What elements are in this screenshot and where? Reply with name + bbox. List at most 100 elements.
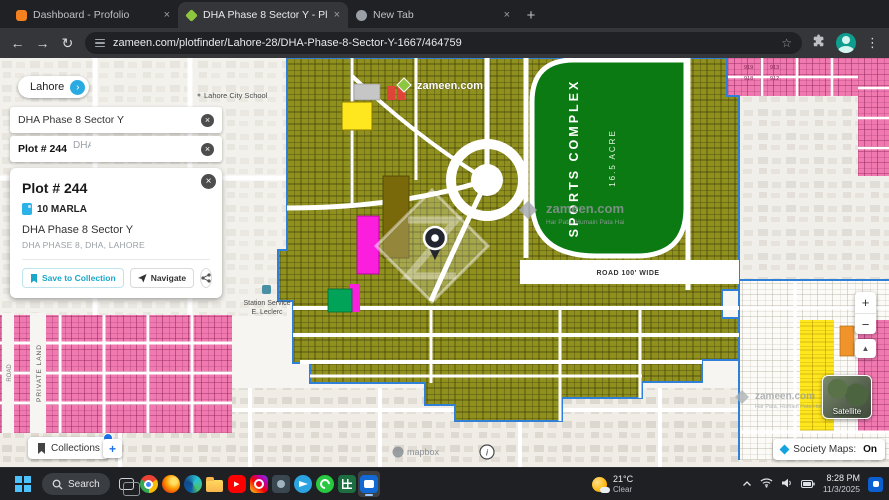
plot-title: Plot # 244 <box>22 180 210 196</box>
telegram-icon[interactable] <box>292 471 314 497</box>
bookmark-star-icon[interactable]: ☆ <box>781 36 792 50</box>
notification-icon[interactable] <box>868 477 883 492</box>
plot-number: 918 <box>744 76 753 82</box>
watermark-mid-tagline: Har Pata, Humain Pata Hai <box>546 219 624 226</box>
clear-search-icon[interactable]: × <box>201 114 214 127</box>
tray-date: 11/3/2025 <box>823 484 860 495</box>
divider <box>22 259 210 260</box>
watermark-top: zameen.com <box>417 80 483 92</box>
mapbox-label[interactable]: mapbox <box>407 447 440 457</box>
forward-button[interactable]: → <box>35 35 50 51</box>
tab-new-tab[interactable]: New Tab × <box>348 2 518 28</box>
watermark-mid: zameen.com <box>546 201 624 216</box>
tab-close-icon[interactable]: × <box>504 9 510 21</box>
weather-widget[interactable]: 21°C Clear <box>592 468 633 500</box>
address-bar[interactable]: zameen.com/plotfinder/Lahore-28/DHA-Phas… <box>85 32 802 54</box>
navigate-button[interactable]: Navigate <box>130 268 194 288</box>
tab-close-icon[interactable]: × <box>334 9 340 21</box>
tab-title: New Tab <box>373 9 498 21</box>
bookmark-icon <box>30 274 38 283</box>
search-query-text: DHA Phase 8 Sector Y <box>18 114 124 126</box>
zoom-out-button[interactable]: − <box>855 313 876 334</box>
start-button[interactable] <box>10 471 36 497</box>
url-text: zameen.com/plotfinder/Lahore-28/DHA-Phas… <box>113 37 773 49</box>
globe-favicon <box>356 10 367 21</box>
save-to-collection-button[interactable]: Save to Collection <box>22 268 124 288</box>
clear-plot-icon[interactable]: × <box>201 143 214 156</box>
plot-chip-label: Plot # 244 <box>18 143 67 155</box>
plot-size-icon <box>22 203 32 215</box>
map-area: ROAD PRIVATE LAND 919 918 913 912 <box>0 58 889 467</box>
plot-number: 912 <box>770 76 779 82</box>
share-button[interactable] <box>200 268 212 288</box>
spreadsheet-app-icon[interactable] <box>336 471 358 497</box>
station-label-1: Station Service <box>243 300 290 307</box>
youtube-icon[interactable]: ▶ <box>226 471 248 497</box>
mail-app-icon[interactable] <box>358 471 380 497</box>
tab-dashboard-profolio[interactable]: Dashboard - Profolio × <box>8 2 178 28</box>
plot-chip-sub: DHA Phase 8 Sector Y <box>73 140 91 158</box>
plot-detail-card: × Plot # 244 10 MARLA DHA Phase 8 Sector… <box>10 168 222 298</box>
browser-tab-strip: Dashboard - Profolio × DHA Phase 8 Secto… <box>0 0 889 28</box>
extensions-icon[interactable] <box>812 34 826 53</box>
reload-button[interactable]: ↻ <box>60 35 75 52</box>
close-card-icon[interactable]: × <box>201 174 216 189</box>
weather-temp: 21°C <box>613 474 633 484</box>
zoom-in-button[interactable]: + <box>855 292 876 313</box>
plot-number: 913 <box>770 65 779 71</box>
acreage-label: 16.5 ACRE <box>608 129 617 187</box>
edge-icon[interactable] <box>182 471 204 497</box>
plot-filter-chip[interactable]: Plot # 244 DHA Phase 8 Sector Y × <box>10 136 222 162</box>
layers-icon <box>780 445 790 455</box>
city-chip[interactable]: Lahore › <box>18 76 89 98</box>
file-explorer-icon[interactable] <box>204 471 226 497</box>
plot-area: 10 MARLA <box>37 204 87 215</box>
task-view-icon[interactable] <box>116 471 138 497</box>
school-label: Lahore City School <box>204 91 268 100</box>
chevron-right-icon: › <box>70 80 85 95</box>
tab-title: DHA Phase 8 Sector Y - Plot 24 <box>203 9 328 21</box>
chrome-icon[interactable] <box>138 471 160 497</box>
navigate-icon <box>138 274 147 283</box>
volume-icon[interactable] <box>781 475 793 493</box>
browser-toolbar: ← → ↻ zameen.com/plotfinder/Lahore-28/DH… <box>0 28 889 58</box>
browser-menu-icon[interactable]: ⋮ <box>866 35 879 51</box>
weather-icon <box>592 477 607 492</box>
search-input[interactable]: DHA Phase 8 Sector Y × <box>10 107 222 133</box>
instagram-icon[interactable] <box>248 471 270 497</box>
tray-expand-icon[interactable] <box>742 475 752 493</box>
plot-number: 919 <box>744 65 753 71</box>
tab-close-icon[interactable]: × <box>164 9 170 21</box>
zoom-controls: + − <box>855 292 876 334</box>
compass-button[interactable]: ▲ <box>855 339 876 358</box>
share-icon <box>201 273 211 283</box>
new-tab-button[interactable]: + <box>518 2 544 28</box>
station-icon <box>262 285 271 294</box>
society-maps-toggle[interactable]: Society Maps: On <box>773 439 885 460</box>
satellite-toggle[interactable]: Satellite <box>822 375 872 419</box>
road-label: ROAD <box>7 364 13 382</box>
search-icon <box>52 479 63 490</box>
tab-title: Dashboard - Profolio <box>33 9 158 21</box>
add-collection-button[interactable]: + <box>103 439 122 458</box>
whatsapp-icon[interactable] <box>314 471 336 497</box>
wifi-icon[interactable] <box>760 475 773 493</box>
road-100-label: ROAD 100' WIDE <box>596 270 659 277</box>
watermark-br: zameen.com <box>755 391 815 402</box>
firefox-icon[interactable] <box>160 471 182 497</box>
collections-button[interactable]: Collections <box>28 437 109 459</box>
battery-icon[interactable] <box>801 475 815 493</box>
weather-condition: Clear <box>613 485 633 494</box>
system-clock[interactable]: 8:28 PM 11/3/2025 <box>823 473 860 495</box>
zameen-favicon <box>185 9 198 22</box>
profile-avatar[interactable] <box>836 33 856 53</box>
watermark-br-tagline: Har Pata, Humain Pata Hai <box>755 404 821 410</box>
sector-y: SPORTS COMPLEX 16.5 ACRE ROAD 100' WIDE <box>278 58 739 421</box>
bookmark-icon <box>37 443 46 454</box>
camera-icon[interactable] <box>270 471 292 497</box>
tab-dha-phase-8[interactable]: DHA Phase 8 Sector Y - Plot 24 × <box>178 2 348 28</box>
back-button[interactable]: ← <box>10 35 25 51</box>
site-settings-icon[interactable] <box>95 39 105 48</box>
profolio-favicon <box>16 10 27 21</box>
taskbar-search[interactable]: Search <box>42 473 110 495</box>
